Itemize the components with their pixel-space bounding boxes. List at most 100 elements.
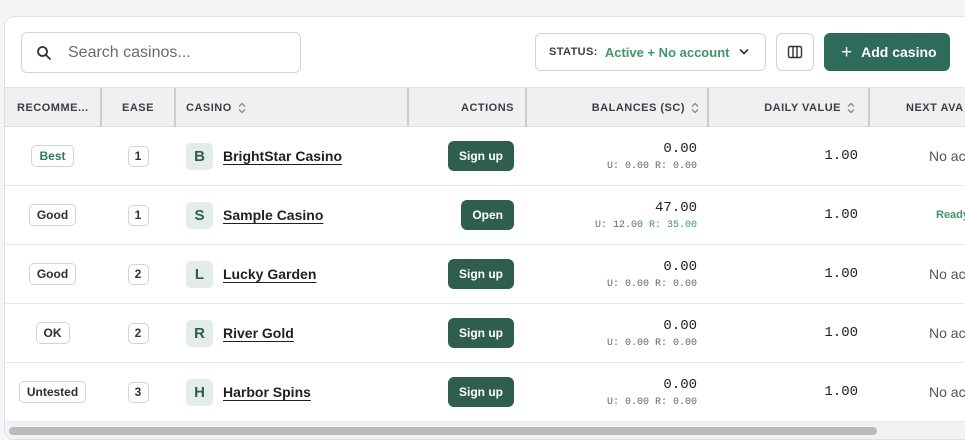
columns-icon bbox=[787, 45, 803, 59]
col-header-actions[interactable]: ACTIONS bbox=[409, 88, 514, 127]
next-available-cell: No ac bbox=[870, 304, 965, 362]
balance-redeemable: R: 35.00 bbox=[648, 219, 697, 231]
status-filter-value: Active + No account bbox=[604, 44, 730, 60]
casino-name-link[interactable]: Lucky Garden bbox=[223, 266, 316, 282]
horizontal-scrollbar[interactable] bbox=[5, 421, 965, 439]
casino-name-link[interactable]: Harbor Spins bbox=[223, 384, 311, 400]
casino-cell: B BrightStar Casino bbox=[186, 127, 406, 185]
casino-avatar: R bbox=[186, 319, 213, 347]
col-header-daily-value[interactable]: DAILY VALUE bbox=[709, 88, 855, 127]
sort-icon[interactable] bbox=[238, 102, 246, 114]
next-available-status: No ac bbox=[929, 266, 965, 282]
balances-cell: 47.00 U: 12.00 R: 35.00 bbox=[527, 186, 697, 244]
recommendation-cell: Untested bbox=[5, 363, 100, 421]
ease-badge: 2 bbox=[127, 322, 149, 344]
table-header: RECOMME... EASE CASINO ACTIONS BALANCES … bbox=[5, 87, 965, 127]
ease-badge: 1 bbox=[127, 145, 149, 167]
status-filter-label: STATUS: bbox=[549, 46, 598, 58]
sort-icon[interactable] bbox=[691, 102, 699, 114]
ease-badge: 1 bbox=[127, 204, 149, 226]
col-header-recommended-label: RECOMME... bbox=[17, 101, 89, 114]
balance-breakdown: U: 0.00 R: 0.00 bbox=[607, 338, 697, 349]
open-button[interactable]: Open bbox=[461, 200, 514, 230]
scrollbar-thumb[interactable] bbox=[9, 427, 877, 435]
recommendation-cell: Best bbox=[5, 127, 100, 185]
balance-breakdown: U: 0.00 R: 0.00 bbox=[607, 279, 697, 290]
ease-cell: 3 bbox=[102, 363, 174, 421]
recommendation-cell: OK bbox=[5, 304, 100, 362]
table-row[interactable]: Good 2 L Lucky Garden Sign up 0.00 U: 0.00 R: … bbox=[5, 245, 965, 304]
balance-breakdown: U: 12.00 R: 35.00 bbox=[595, 220, 697, 231]
sign-up-button[interactable]: Sign up bbox=[448, 141, 514, 171]
balance-unredeemable: U: 0.00 bbox=[606, 396, 649, 408]
col-header-daily-value-label: DAILY VALUE bbox=[764, 101, 841, 114]
ease-cell: 1 bbox=[102, 127, 174, 185]
col-header-balances[interactable]: BALANCES (SC) bbox=[527, 88, 699, 127]
add-casino-label: Add casino bbox=[861, 44, 937, 60]
ease-badge: 3 bbox=[127, 381, 149, 403]
casino-avatar: L bbox=[186, 260, 213, 288]
col-header-ease[interactable]: EASE bbox=[102, 88, 174, 127]
balances-cell: 0.00 U: 0.00 R: 0.00 bbox=[527, 304, 697, 362]
next-available-status: No ac bbox=[929, 325, 965, 341]
balance-redeemable: R: 0.00 bbox=[654, 278, 697, 290]
next-available-status: Ready bbox=[936, 209, 965, 221]
daily-value-cell: 1.00 bbox=[709, 186, 858, 244]
table-row[interactable]: Best 1 B BrightStar Casino Sign up 0.00 U: 0.0… bbox=[5, 127, 965, 186]
search-icon bbox=[37, 45, 51, 60]
casino-cell: R River Gold bbox=[186, 304, 406, 362]
casino-name-link[interactable]: Sample Casino bbox=[223, 207, 323, 223]
sign-up-button[interactable]: Sign up bbox=[448, 318, 514, 348]
table-row[interactable]: Good 1 S Sample Casino Open 47.00 U: 12.00 R: … bbox=[5, 186, 965, 245]
next-available-cell: No ac bbox=[870, 363, 965, 421]
casino-name-link[interactable]: BrightStar Casino bbox=[223, 148, 342, 164]
next-available-cell: Ready bbox=[870, 186, 965, 244]
ease-cell: 2 bbox=[102, 304, 174, 362]
balance-unredeemable: U: 0.00 bbox=[606, 337, 649, 349]
balance-total: 47.00 bbox=[654, 199, 697, 216]
table-row[interactable]: OK 2 R River Gold Sign up 0.00 U: 0.00 R: 0.00… bbox=[5, 304, 965, 363]
sort-icon[interactable] bbox=[847, 102, 855, 114]
recommendation-cell: Good bbox=[5, 186, 100, 244]
sign-up-button[interactable]: Sign up bbox=[448, 259, 514, 289]
column-resizer[interactable] bbox=[174, 88, 176, 127]
casino-cell: S Sample Casino bbox=[186, 186, 406, 244]
ease-cell: 2 bbox=[102, 245, 174, 303]
ease-cell: 1 bbox=[102, 186, 174, 244]
search-box[interactable] bbox=[21, 32, 301, 73]
balance-breakdown: U: 0.00 R: 0.00 bbox=[607, 397, 697, 408]
columns-button[interactable] bbox=[776, 33, 814, 71]
col-header-recommended[interactable]: RECOMME... bbox=[17, 88, 89, 127]
daily-value-cell: 1.00 bbox=[709, 127, 858, 185]
next-available-status: No ac bbox=[929, 384, 965, 400]
daily-value: 1.00 bbox=[824, 148, 858, 164]
add-casino-button[interactable]: + Add casino bbox=[824, 33, 950, 71]
sign-up-button[interactable]: Sign up bbox=[448, 377, 514, 407]
next-available-cell: No ac bbox=[870, 127, 965, 185]
next-available-cell: No ac bbox=[870, 245, 965, 303]
col-header-next-label: NEXT AVA bbox=[906, 101, 964, 114]
balances-cell: 0.00 U: 0.00 R: 0.00 bbox=[527, 363, 697, 421]
balance-total: 0.00 bbox=[663, 258, 697, 275]
casino-name-link[interactable]: River Gold bbox=[223, 325, 294, 341]
balance-unredeemable: U: 0.00 bbox=[606, 160, 649, 172]
col-header-casino[interactable]: CASINO bbox=[186, 88, 246, 127]
casino-table-card: STATUS: Active + No account + Add casino… bbox=[4, 16, 965, 440]
casino-avatar: H bbox=[186, 378, 213, 406]
daily-value-cell: 1.00 bbox=[709, 245, 858, 303]
balance-unredeemable: U: 0.00 bbox=[606, 278, 649, 290]
ease-badge: 2 bbox=[127, 263, 149, 285]
col-header-next-available[interactable]: NEXT AVA bbox=[906, 88, 964, 127]
balance-total: 0.00 bbox=[663, 317, 697, 334]
recommendation-badge: OK bbox=[35, 322, 70, 344]
balance-redeemable: R: 0.00 bbox=[654, 160, 697, 172]
actions-cell: Sign up bbox=[409, 304, 514, 362]
balances-cell: 0.00 U: 0.00 R: 0.00 bbox=[527, 127, 697, 185]
daily-value: 1.00 bbox=[824, 207, 858, 223]
status-filter-dropdown[interactable]: STATUS: Active + No account bbox=[535, 33, 766, 71]
column-resizer[interactable] bbox=[868, 88, 870, 127]
search-input[interactable] bbox=[68, 43, 278, 62]
balance-total: 0.00 bbox=[663, 140, 697, 157]
next-available-status: No ac bbox=[929, 148, 965, 164]
table-row[interactable]: Untested 3 H Harbor Spins Sign up 0.00 U: 0.00… bbox=[5, 363, 965, 422]
